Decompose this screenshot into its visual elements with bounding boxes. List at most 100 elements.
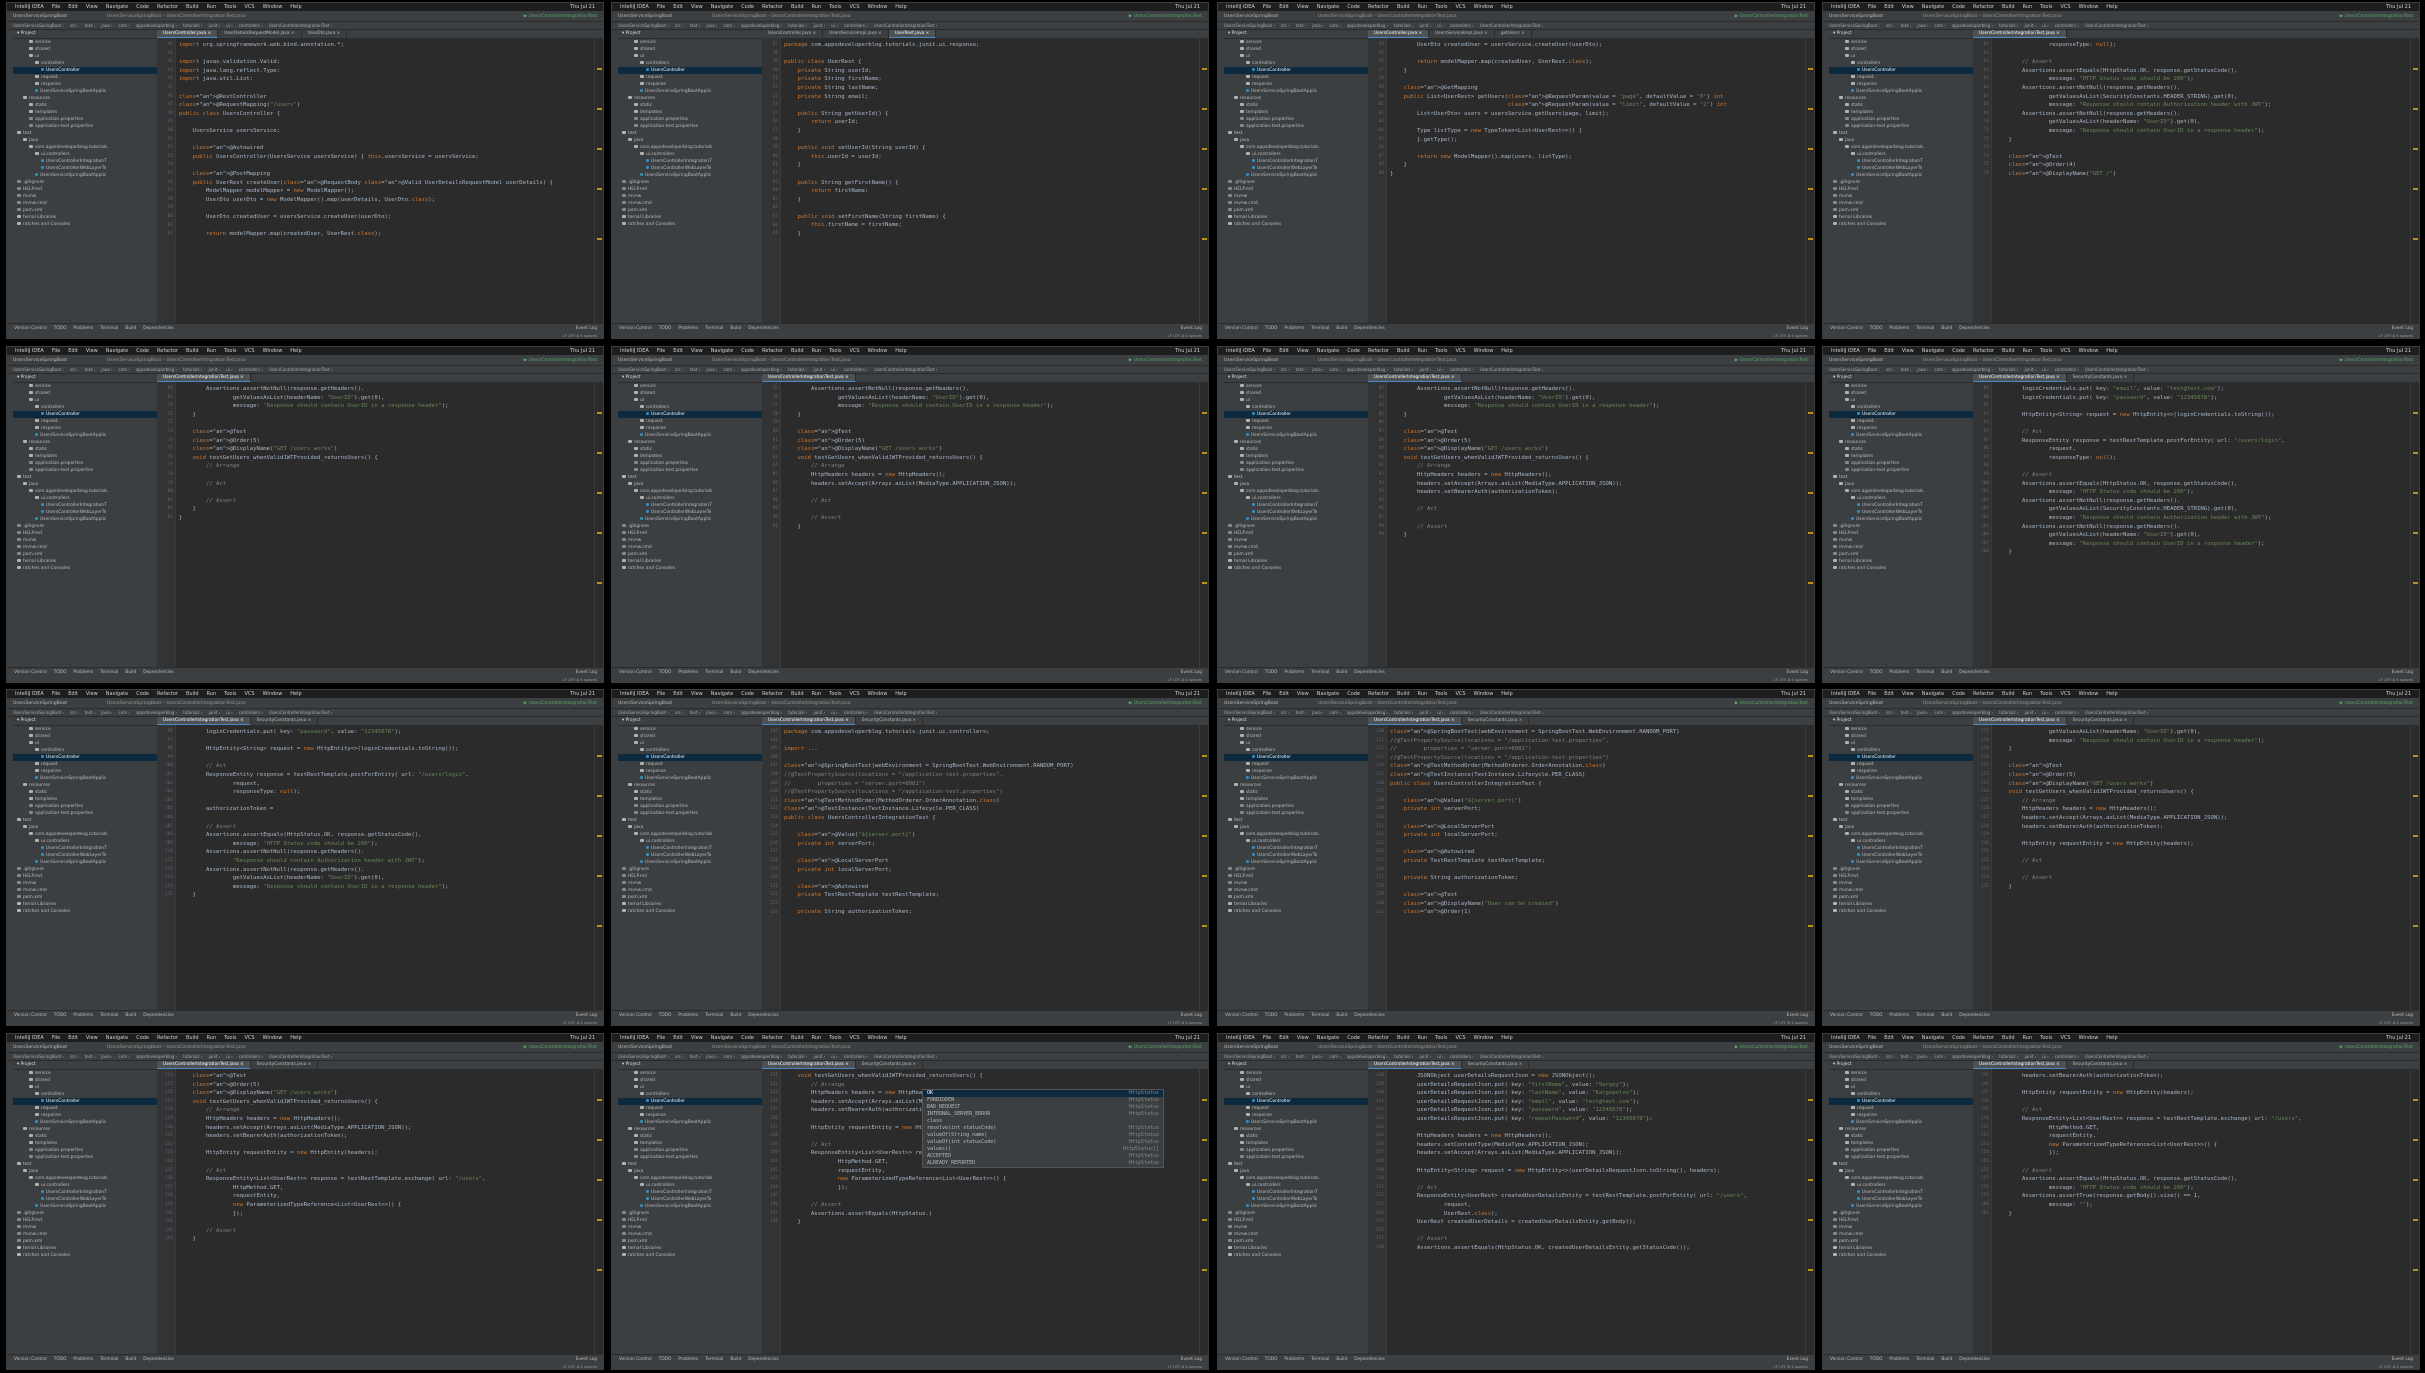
project-tree-item[interactable]: shared — [13, 1077, 157, 1084]
menu-item-window[interactable]: Window — [868, 1035, 888, 1041]
menu-item-run[interactable]: Run — [812, 1035, 822, 1041]
project-tree-item[interactable]: application.properties — [1829, 803, 1973, 810]
menu-item-edit[interactable]: Edit — [673, 691, 683, 697]
menu-item-edit[interactable]: Edit — [1279, 4, 1289, 10]
breadcrumb-item[interactable]: src › — [675, 23, 684, 28]
warning-marker[interactable] — [1202, 835, 1207, 837]
project-tree-item[interactable]: ui.controllers — [13, 151, 157, 158]
project-tree-item[interactable]: test — [1224, 130, 1368, 137]
breadcrumb-item[interactable]: tutorials › — [183, 710, 202, 715]
menu-item-code[interactable]: Code — [1347, 348, 1360, 354]
project-tree-item[interactable]: pom.xml — [13, 1238, 157, 1245]
project-tree-item[interactable]: com.appsdeveloperblog.tutorials. — [618, 1175, 762, 1182]
breadcrumb-item[interactable]: controllers › — [2055, 1054, 2079, 1059]
project-tree-item[interactable]: test — [13, 474, 157, 481]
code-editor[interactable]: 47 48 49 50 51 52 53 54 55 56 57 58 59 60 61 62 63 64 65 66… — [762, 38, 1200, 324]
project-tree-item[interactable]: service — [1224, 39, 1368, 46]
breadcrumb-item[interactable]: ui › — [831, 1054, 838, 1059]
menu-item-run[interactable]: Run — [207, 691, 217, 697]
project-tree-item[interactable]: .gitignore — [618, 866, 762, 873]
project-tree-item[interactable]: application-test.properties — [1829, 467, 1973, 474]
menu-item-window[interactable]: Window — [1474, 691, 1494, 697]
menu-item-window[interactable]: Window — [868, 348, 888, 354]
project-tree-item[interactable]: pom.xml — [1224, 1238, 1368, 1245]
project-tree-item[interactable]: static — [13, 446, 157, 453]
editor-scrollbar[interactable] — [594, 725, 603, 1011]
project-tree-item[interactable]: ternal Libraries — [1224, 1245, 1368, 1252]
menu-item-file[interactable]: File — [1263, 348, 1271, 354]
menu-item-help[interactable]: Help — [2106, 1035, 2117, 1041]
warning-marker[interactable] — [597, 1219, 602, 1221]
breadcrumb-item[interactable]: UsersServiceSpringBoot › — [1829, 367, 1880, 372]
warning-marker[interactable] — [1808, 795, 1813, 797]
tool-window-dependencies[interactable]: Dependencies — [748, 670, 779, 675]
breadcrumb-item[interactable]: UsersControllerIntegrationTest › — [1480, 23, 1544, 28]
project-tree-item[interactable]: mvnw.cmd — [13, 887, 157, 894]
project-panel-header[interactable]: ▾ Project — [618, 1061, 762, 1070]
menu-item-refactor[interactable]: Refactor — [157, 4, 178, 10]
project-tree-item[interactable]: UsersControllerWebLayerTe — [1224, 165, 1368, 172]
project-tree-item[interactable]: templates — [618, 1140, 762, 1147]
code-editor[interactable]: 75 76 77 78 79 80 81 82 83 84 85 86 87 88 89 90 91 Asser… — [762, 382, 1200, 668]
project-tree-item[interactable]: resources — [1829, 782, 1973, 789]
breadcrumb-item[interactable]: test › — [85, 367, 96, 372]
menu-item-navigate[interactable]: Navigate — [106, 1035, 128, 1041]
project-tree-item[interactable]: response — [1829, 425, 1973, 432]
warning-marker[interactable] — [1202, 795, 1207, 797]
project-tree-item[interactable]: resources — [1224, 439, 1368, 446]
menu-item-tools[interactable]: Tools — [829, 1035, 841, 1041]
project-tree-item[interactable]: java — [618, 481, 762, 488]
project-tree-item[interactable]: application.properties — [1224, 460, 1368, 467]
menu-item-tools[interactable]: Tools — [1435, 1035, 1447, 1041]
run-config-selector[interactable]: ▶ UsersControllerIntegrationTest — [524, 701, 597, 706]
warning-marker[interactable] — [1202, 68, 1207, 70]
breadcrumb-item[interactable]: appsdeveloperblog › — [136, 23, 177, 28]
warning-marker[interactable] — [1202, 1099, 1207, 1101]
menu-item-edit[interactable]: Edit — [1279, 348, 1289, 354]
tool-window-terminal[interactable]: Terminal — [100, 1357, 118, 1362]
tool-window-problems[interactable]: Problems — [1284, 326, 1304, 331]
breadcrumb-item[interactable]: com › — [119, 23, 130, 28]
tool-window-terminal[interactable]: Terminal — [1311, 1013, 1329, 1018]
project-tree-item[interactable]: resources — [1829, 1126, 1973, 1133]
warning-marker[interactable] — [1202, 1139, 1207, 1141]
breadcrumb-item[interactable]: com › — [724, 367, 735, 372]
project-tree-item[interactable]: UsersServiceSpringBootApplic — [1829, 775, 1973, 782]
menu-item-navigate[interactable]: Navigate — [1922, 4, 1944, 10]
project-tree-item[interactable]: HELP.md — [1829, 1217, 1973, 1224]
menu-item-build[interactable]: Build — [186, 348, 199, 354]
project-tree-item[interactable]: UsersControllerIntegrationT — [1224, 1189, 1368, 1196]
breadcrumb-item[interactable]: UsersControllerIntegrationTest › — [269, 23, 333, 28]
project-tree-item[interactable]: request — [1224, 1105, 1368, 1112]
project-tree-item[interactable]: test — [1224, 474, 1368, 481]
project-tree-item[interactable]: ratches and Consoles — [618, 565, 762, 572]
breadcrumb-item[interactable]: appsdeveloperblog › — [741, 710, 782, 715]
project-tree-item[interactable]: ui — [1224, 1084, 1368, 1091]
project-tree-item[interactable]: com.appsdeveloperblog.tutorials. — [13, 144, 157, 151]
breadcrumb-item[interactable]: src › — [1281, 710, 1290, 715]
project-tree-item[interactable]: request — [618, 1105, 762, 1112]
project-tree-item[interactable]: request — [618, 74, 762, 81]
breadcrumb-item[interactable]: UsersControllerIntegrationTest › — [2085, 23, 2149, 28]
run-config-selector[interactable]: ▶ UsersControllerIntegrationTest — [1129, 701, 1202, 706]
tool-window-todo[interactable]: TODO — [1870, 1013, 1883, 1018]
tool-window-problems[interactable]: Problems — [1889, 1013, 1909, 1018]
tool-window-build[interactable]: Build — [1336, 1013, 1347, 1018]
breadcrumb-item[interactable]: java › — [1917, 367, 1928, 372]
menu-item-vcs[interactable]: VCS — [2060, 1035, 2070, 1041]
breadcrumb-item[interactable]: test › — [85, 23, 96, 28]
breadcrumb-item[interactable]: controllers › — [1450, 1054, 1474, 1059]
breadcrumb-item[interactable]: appsdeveloperblog › — [136, 1054, 177, 1059]
project-tree-item[interactable]: mvnw.cmd — [13, 1231, 157, 1238]
project-tree-item[interactable]: response — [618, 768, 762, 775]
project-tree-item[interactable]: UsersServiceSpringBootApplic — [1829, 859, 1973, 866]
warning-marker[interactable] — [2413, 492, 2418, 494]
event-log-button[interactable]: Event Log — [1787, 1357, 1808, 1362]
warning-marker[interactable] — [597, 492, 602, 494]
menu-item-view[interactable]: View — [1902, 4, 1914, 10]
menu-item-file[interactable]: File — [657, 691, 665, 697]
tool-window-problems[interactable]: Problems — [1284, 1357, 1304, 1362]
tool-window-todo[interactable]: TODO — [54, 326, 67, 331]
warning-marker[interactable] — [597, 1269, 602, 1271]
menu-item-window[interactable]: Window — [263, 1035, 283, 1041]
